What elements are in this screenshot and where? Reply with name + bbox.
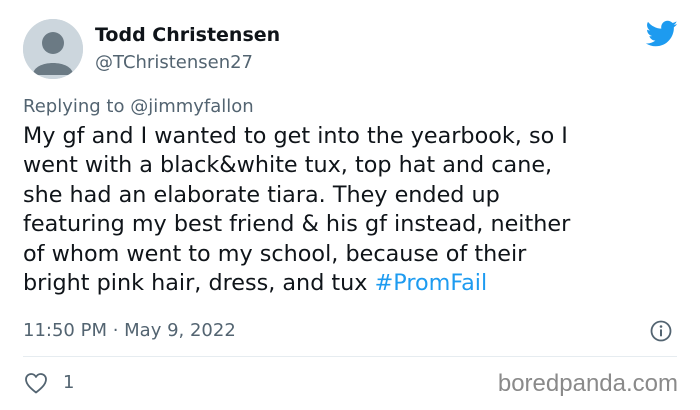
- replying-to: Replying to @jimmyfallon: [23, 96, 254, 117]
- replying-to-label: Replying to: [23, 96, 131, 117]
- tweet-line: My gf and I wanted to get into the yearb…: [23, 123, 568, 149]
- tweet-card: Todd Christensen @TChristensen27 Replyin…: [0, 0, 700, 410]
- tweet-line: bright pink hair, dress, and tux: [23, 270, 375, 297]
- watermark: boredpanda.com: [497, 370, 678, 397]
- twitter-bird-icon[interactable]: [645, 20, 678, 48]
- heart-icon[interactable]: [24, 372, 48, 394]
- info-icon[interactable]: [650, 320, 672, 342]
- hashtag-link[interactable]: #PromFail: [375, 270, 488, 296]
- tweet-line: of whom went to my school, because of th…: [23, 240, 527, 267]
- default-avatar-icon: [23, 19, 83, 79]
- reply-mention-link[interactable]: @jimmyfallon: [130, 96, 254, 117]
- author-handle[interactable]: @TChristensen27: [95, 52, 253, 73]
- tweet-text: My gf and I wanted to get into the yearb…: [23, 122, 683, 298]
- tweet-line: she had an elaborate tiara. They ended u…: [23, 181, 500, 208]
- tweet-timestamp[interactable]: 11:50 PM · May 9, 2022: [23, 320, 236, 341]
- like-count: 1: [63, 372, 75, 393]
- author-name[interactable]: Todd Christensen: [95, 24, 280, 46]
- avatar[interactable]: [23, 19, 83, 79]
- tweet-line: went with a black&white tux, top hat and…: [23, 152, 553, 179]
- divider: [23, 356, 677, 357]
- tweet-line: featuring my best friend & his gf instea…: [23, 211, 571, 238]
- tweet-line-last: bright pink hair, dress, and tux #PromFa…: [23, 269, 683, 298]
